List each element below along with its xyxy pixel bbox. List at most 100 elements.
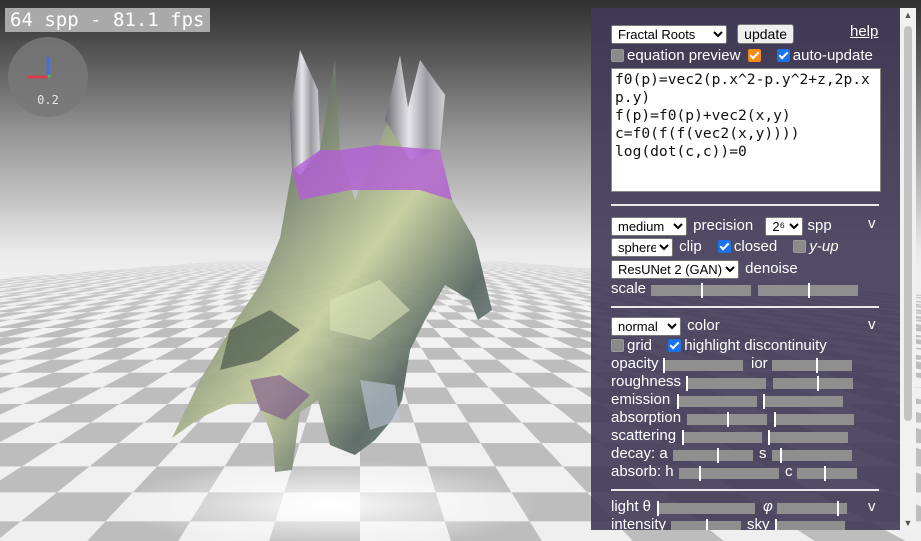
light-section-chevron[interactable]: v — [868, 498, 876, 515]
floor-tile — [436, 372, 489, 388]
render-section-chevron[interactable]: v — [868, 215, 876, 232]
floor-tile — [91, 359, 155, 373]
divider — [611, 306, 879, 308]
y-up-label: y-up — [809, 238, 839, 255]
emission-slider[interactable] — [677, 394, 757, 409]
slider-knob[interactable] — [706, 519, 708, 530]
slider-knob[interactable] — [836, 501, 839, 516]
scale-slider-1[interactable] — [651, 283, 751, 298]
opacity-label: opacity — [611, 355, 659, 372]
slider-knob[interactable] — [699, 466, 701, 481]
color-mode-select[interactable]: normal — [611, 316, 681, 336]
update-button[interactable]: update — [737, 24, 794, 45]
preview-color-swatch[interactable] — [747, 48, 761, 62]
slider-knob[interactable] — [763, 394, 765, 409]
scroll-thumb[interactable] — [904, 26, 912, 421]
floor-tile — [14, 359, 86, 373]
slider-knob[interactable] — [780, 448, 782, 463]
floor-tile — [456, 404, 522, 423]
slider-knob[interactable] — [727, 412, 729, 427]
scattering-slider-2[interactable] — [768, 430, 848, 445]
slider-knob[interactable] — [775, 519, 777, 530]
fps-counter: 64 spp - 81.1 fps — [5, 8, 211, 32]
floor-tile — [480, 443, 563, 467]
ior-slider[interactable] — [772, 358, 852, 373]
floor-tile — [102, 372, 169, 388]
equation-editor[interactable]: f0(p)=vec2(p.x^2-p.y^2+z,2p.x p.y) f(p)=… — [611, 68, 881, 192]
z-axis-line — [47, 74, 51, 78]
light-phi-slider[interactable] — [777, 501, 847, 516]
light-theta-slider[interactable] — [657, 501, 755, 516]
floor-tile — [36, 404, 120, 423]
closed-label: closed — [733, 238, 778, 255]
roughness-slider-2[interactable] — [773, 376, 853, 391]
floor-tile — [145, 337, 197, 348]
decay-s-label: s — [759, 445, 767, 462]
slider-knob[interactable] — [808, 283, 810, 298]
clip-select[interactable]: sphere — [611, 237, 673, 257]
decay-a-label: decay: a — [611, 445, 668, 462]
slider-knob[interactable] — [677, 394, 679, 409]
slider-knob[interactable] — [774, 412, 776, 427]
ior-label: ior — [751, 355, 768, 372]
precision-label: precision — [693, 217, 754, 234]
color-section-chevron[interactable]: v — [868, 316, 876, 333]
closed-checkbox[interactable] — [717, 239, 731, 253]
floor-tile — [531, 359, 591, 373]
floor-tile — [20, 492, 133, 522]
decay-s-slider[interactable] — [772, 448, 852, 463]
spp-select[interactable]: 2⁶ — [765, 216, 804, 236]
slider-knob[interactable] — [816, 358, 818, 373]
scroll-down-arrow[interactable]: ▼ — [900, 518, 916, 528]
color-label: color — [687, 317, 720, 334]
floor-tile — [17, 347, 85, 360]
denoise-label: denoise — [745, 260, 798, 277]
slider-knob[interactable] — [768, 430, 770, 445]
decay-a-slider[interactable] — [673, 448, 753, 463]
floor-tile — [488, 387, 553, 405]
slider-knob[interactable] — [817, 376, 819, 391]
scroll-up-arrow[interactable]: ▲ — [900, 10, 916, 20]
absorb-h-slider[interactable] — [679, 466, 779, 481]
slider-knob[interactable] — [657, 501, 659, 516]
floor-tile — [513, 372, 575, 388]
floor-tile — [89, 443, 179, 467]
auto-update-checkbox[interactable] — [776, 48, 790, 62]
floor-tile — [154, 347, 208, 360]
slider-knob[interactable] — [824, 466, 826, 481]
floor-tile — [0, 359, 18, 366]
denoise-select[interactable]: ResUNet 2 (GAN) — [611, 259, 739, 279]
y-up-checkbox[interactable] — [793, 239, 807, 253]
highlight-discontinuity-checkbox[interactable] — [668, 338, 682, 352]
slider-knob[interactable] — [686, 376, 688, 391]
quality-select[interactable]: medium — [611, 216, 687, 236]
auto-update-label: auto-update — [792, 47, 873, 64]
roughness-slider[interactable] — [686, 376, 766, 391]
preset-select[interactable]: Fractal Roots — [611, 24, 727, 44]
slider-knob[interactable] — [717, 448, 719, 463]
slider-knob[interactable] — [682, 430, 684, 445]
scattering-slider[interactable] — [682, 430, 762, 445]
opacity-slider[interactable] — [663, 358, 743, 373]
emission-label: emission — [611, 391, 671, 408]
absorb-c-slider[interactable] — [797, 466, 857, 481]
equation-preview-checkbox[interactable] — [611, 48, 624, 62]
absorption-slider-2[interactable] — [774, 412, 854, 427]
divider — [611, 204, 879, 206]
intensity-slider[interactable] — [671, 519, 741, 530]
help-link[interactable]: help — [850, 23, 878, 40]
control-panel: Fractal Roots update help equation previ… — [591, 8, 902, 530]
spp-label: spp — [807, 217, 832, 234]
slider-knob[interactable] — [701, 283, 703, 298]
panel-scrollbar[interactable]: ▲ ▼ — [900, 8, 916, 530]
sky-slider[interactable] — [775, 519, 845, 530]
floor-tile — [0, 347, 24, 355]
emission-slider-2[interactable] — [763, 394, 843, 409]
absorption-slider[interactable] — [687, 412, 767, 427]
grid-checkbox[interactable] — [611, 338, 624, 352]
slider-knob[interactable] — [663, 358, 665, 373]
floor-tile — [413, 422, 481, 444]
clip-label: clip — [679, 238, 702, 255]
scale-slider-2[interactable] — [758, 283, 858, 298]
grid-label: grid — [627, 337, 653, 354]
